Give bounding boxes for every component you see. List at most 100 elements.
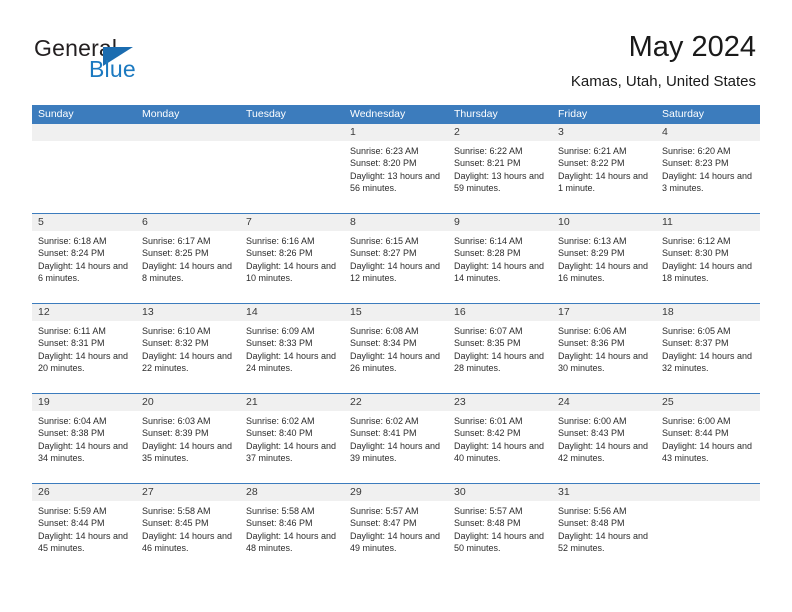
day-number[interactable]: 1 [344,124,448,141]
day-number-band: 19 20 21 22 23 24 25 [32,394,760,411]
day-cell[interactable]: Sunrise: 6:16 AM Sunset: 8:26 PM Daylight:… [240,231,344,303]
day-detail-band: Sunrise: 6:11 AM Sunset: 8:31 PM Daylight:… [32,321,760,393]
daylight-text: Daylight: 14 hours and 24 minutes. [246,350,337,374]
daylight-text: Daylight: 14 hours and 1 minute. [558,170,649,194]
day-number-empty [136,124,240,141]
daylight-text: Daylight: 14 hours and 26 minutes. [350,350,441,374]
day-cell[interactable]: Sunrise: 6:00 AM Sunset: 8:44 PM Daylight:… [656,411,760,483]
day-number[interactable]: 21 [240,394,344,411]
sunset-text: Sunset: 8:35 PM [454,338,521,349]
daylight-text: Daylight: 14 hours and 30 minutes. [558,350,649,374]
weekday-header-row: Sunday Monday Tuesday Wednesday Thursday… [32,105,760,124]
daylight-text: Daylight: 14 hours and 39 minutes. [350,440,441,464]
day-number[interactable]: 25 [656,394,760,411]
sunset-text: Sunset: 8:27 PM [350,248,417,259]
sunset-text: Sunset: 8:29 PM [558,248,625,259]
day-cell[interactable]: Sunrise: 6:18 AM Sunset: 8:24 PM Daylight:… [32,231,136,303]
daylight-text: Daylight: 14 hours and 48 minutes. [246,530,337,554]
day-cell[interactable]: Sunrise: 6:00 AM Sunset: 8:43 PM Daylight:… [552,411,656,483]
day-cell[interactable]: Sunrise: 5:57 AM Sunset: 8:48 PM Daylight:… [448,501,552,573]
sunrise-text: Sunrise: 6:12 AM [662,236,731,246]
day-cell[interactable]: Sunrise: 6:20 AM Sunset: 8:23 PM Daylight:… [656,141,760,213]
day-number[interactable]: 29 [344,484,448,501]
day-cell[interactable]: Sunrise: 6:08 AM Sunset: 8:34 PM Daylight:… [344,321,448,393]
sunset-text: Sunset: 8:38 PM [38,428,105,439]
day-number[interactable]: 4 [656,124,760,141]
day-number[interactable]: 18 [656,304,760,321]
daylight-text: Daylight: 14 hours and 20 minutes. [38,350,129,374]
sunrise-text: Sunrise: 6:22 AM [454,146,523,156]
sunset-text: Sunset: 8:20 PM [350,158,417,169]
day-number-band: 12 13 14 15 16 17 18 [32,304,760,321]
day-number[interactable]: 27 [136,484,240,501]
sunset-text: Sunset: 8:30 PM [662,248,729,259]
day-number[interactable]: 28 [240,484,344,501]
day-number[interactable]: 8 [344,214,448,231]
day-number[interactable]: 19 [32,394,136,411]
day-number[interactable]: 5 [32,214,136,231]
sunrise-text: Sunrise: 6:02 AM [350,416,419,426]
day-cell[interactable]: Sunrise: 6:09 AM Sunset: 8:33 PM Daylight:… [240,321,344,393]
day-number[interactable]: 6 [136,214,240,231]
day-number[interactable]: 31 [552,484,656,501]
day-number[interactable]: 9 [448,214,552,231]
day-cell[interactable]: Sunrise: 6:04 AM Sunset: 8:38 PM Daylight:… [32,411,136,483]
day-cell[interactable]: Sunrise: 6:22 AM Sunset: 8:21 PM Daylight:… [448,141,552,213]
weekday-header-monday: Monday [142,108,180,120]
day-cell[interactable]: Sunrise: 6:11 AM Sunset: 8:31 PM Daylight:… [32,321,136,393]
day-cell[interactable]: Sunrise: 6:03 AM Sunset: 8:39 PM Daylight:… [136,411,240,483]
day-cell[interactable]: Sunrise: 5:59 AM Sunset: 8:44 PM Daylight:… [32,501,136,573]
sunset-text: Sunset: 8:41 PM [350,428,417,439]
sunrise-text: Sunrise: 5:57 AM [454,506,523,516]
day-cell[interactable]: Sunrise: 6:10 AM Sunset: 8:32 PM Daylight:… [136,321,240,393]
day-number[interactable]: 26 [32,484,136,501]
day-cell[interactable]: Sunrise: 6:21 AM Sunset: 8:22 PM Daylight:… [552,141,656,213]
weekday-header-friday: Friday [558,108,588,120]
day-cell[interactable]: Sunrise: 6:01 AM Sunset: 8:42 PM Daylight:… [448,411,552,483]
day-cell[interactable]: Sunrise: 5:57 AM Sunset: 8:47 PM Daylight:… [344,501,448,573]
day-cell[interactable]: Sunrise: 6:14 AM Sunset: 8:28 PM Daylight:… [448,231,552,303]
day-number[interactable]: 16 [448,304,552,321]
day-number[interactable]: 30 [448,484,552,501]
day-number[interactable]: 10 [552,214,656,231]
day-number[interactable]: 14 [240,304,344,321]
day-number[interactable]: 15 [344,304,448,321]
day-number[interactable]: 23 [448,394,552,411]
day-number[interactable]: 13 [136,304,240,321]
sunset-text: Sunset: 8:44 PM [38,518,105,529]
day-number[interactable]: 22 [344,394,448,411]
weekday-header-sunday: Sunday [38,108,74,120]
day-number-empty [656,484,760,501]
day-number[interactable]: 3 [552,124,656,141]
day-cell[interactable]: Sunrise: 6:23 AM Sunset: 8:20 PM Daylight:… [344,141,448,213]
sunset-text: Sunset: 8:40 PM [246,428,313,439]
day-cell[interactable]: Sunrise: 6:02 AM Sunset: 8:41 PM Daylight:… [344,411,448,483]
weekday-header-wednesday: Wednesday [350,108,406,120]
day-cell[interactable]: Sunrise: 5:58 AM Sunset: 8:45 PM Daylight:… [136,501,240,573]
day-detail-band: Sunrise: 6:04 AM Sunset: 8:38 PM Daylight:… [32,411,760,483]
daylight-text: Daylight: 14 hours and 14 minutes. [454,260,545,284]
day-cell[interactable]: Sunrise: 6:02 AM Sunset: 8:40 PM Daylight:… [240,411,344,483]
day-number[interactable]: 20 [136,394,240,411]
day-number-band: 1234 [32,124,760,141]
day-number[interactable]: 17 [552,304,656,321]
day-cell[interactable]: Sunrise: 6:17 AM Sunset: 8:25 PM Daylight:… [136,231,240,303]
sunrise-text: Sunrise: 6:04 AM [38,416,107,426]
sunset-text: Sunset: 8:34 PM [350,338,417,349]
day-number[interactable]: 12 [32,304,136,321]
daylight-text: Daylight: 14 hours and 52 minutes. [558,530,649,554]
day-number[interactable]: 2 [448,124,552,141]
day-number[interactable]: 11 [656,214,760,231]
day-number[interactable]: 24 [552,394,656,411]
day-cell[interactable]: Sunrise: 6:12 AM Sunset: 8:30 PM Daylight:… [656,231,760,303]
day-cell[interactable]: Sunrise: 6:15 AM Sunset: 8:27 PM Daylight:… [344,231,448,303]
day-cell[interactable]: Sunrise: 6:07 AM Sunset: 8:35 PM Daylight:… [448,321,552,393]
calendar-page: General Blue May 2024 Kamas, Utah, Unite… [0,0,792,612]
day-cell[interactable]: Sunrise: 6:05 AM Sunset: 8:37 PM Daylight:… [656,321,760,393]
day-cell[interactable]: Sunrise: 6:13 AM Sunset: 8:29 PM Daylight:… [552,231,656,303]
day-number[interactable]: 7 [240,214,344,231]
day-cell[interactable]: Sunrise: 5:56 AM Sunset: 8:48 PM Daylight:… [552,501,656,573]
sunrise-text: Sunrise: 6:11 AM [38,326,106,336]
day-cell[interactable]: Sunrise: 5:58 AM Sunset: 8:46 PM Daylight:… [240,501,344,573]
day-cell[interactable]: Sunrise: 6:06 AM Sunset: 8:36 PM Daylight:… [552,321,656,393]
